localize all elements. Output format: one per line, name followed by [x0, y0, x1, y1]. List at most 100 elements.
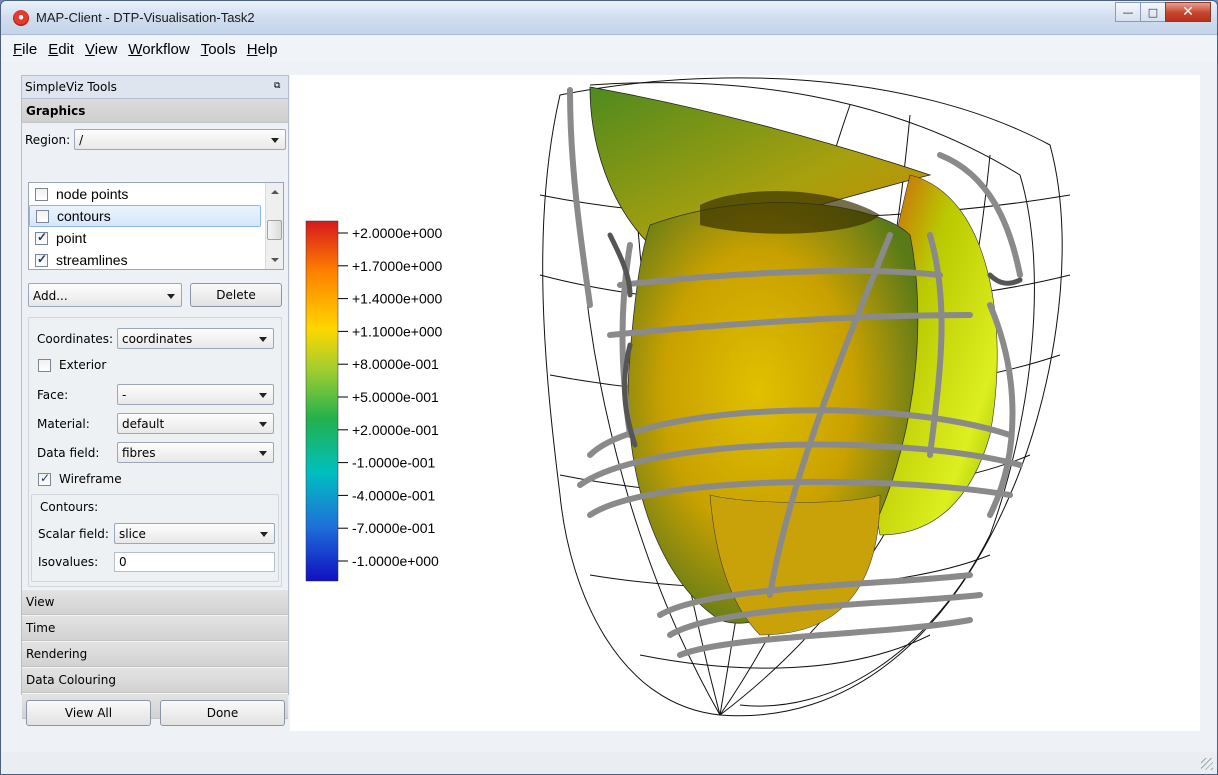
list-item[interactable]: node points	[29, 183, 261, 205]
status-bar	[1, 752, 1217, 774]
menu-tools[interactable]: Tools	[201, 41, 236, 58]
menu-help[interactable]: Help	[247, 41, 278, 58]
colorbar-ticks: +2.0000e+000 +1.7000e+000 +1.4000e+000 +1.1…	[338, 225, 443, 569]
time-section-header[interactable]: Time	[22, 615, 288, 641]
colorbar-label: +1.1000e+000	[352, 323, 443, 339]
window-title: MAP-Client - DTP-Visualisation-Task2	[36, 10, 255, 25]
face-value: -	[122, 388, 127, 402]
contours-group-title: Contours:	[40, 500, 99, 514]
checkbox-node-points[interactable]	[35, 187, 48, 201]
maximize-button[interactable]: □	[1140, 2, 1166, 22]
dock-title: SimpleViz Tools	[25, 80, 117, 94]
colorbar-label: +2.0000e-001	[352, 422, 439, 438]
checkbox-point[interactable]	[35, 230, 48, 245]
colorbar-label: +1.7000e+000	[352, 258, 443, 274]
checkbox-contours[interactable]	[36, 209, 49, 223]
isovalues-input[interactable]: 0	[114, 552, 275, 572]
coordinates-row: Coordinates: coordinates	[37, 328, 274, 349]
close-button[interactable]: ✕	[1165, 2, 1211, 22]
chevron-down-icon	[259, 337, 267, 342]
resize-grip-icon[interactable]	[1201, 758, 1213, 770]
dock-body: Graphics Region: / node points contours	[21, 99, 289, 719]
chevron-down-icon	[259, 451, 267, 456]
simpleviz-tools-dock: SimpleViz Tools ⧉ Graphics Region: / nod…	[21, 75, 289, 735]
graphics-list[interactable]: node points contours point streamlines	[28, 182, 284, 270]
exterior-checkbox[interactable]	[38, 358, 51, 372]
region-row: Region: /	[25, 129, 287, 150]
list-item[interactable]: streamlines	[29, 249, 261, 269]
list-item[interactable]: contours	[29, 205, 261, 227]
coordinates-combo[interactable]: coordinates	[117, 328, 274, 349]
data-field-row: Data field: fibres	[37, 442, 274, 463]
material-label: Material:	[37, 416, 90, 431]
title-bar[interactable]: MAP-Client - DTP-Visualisation-Task2 — □…	[1, 1, 1217, 35]
colorbar-label: -4.0000e-001	[352, 487, 436, 503]
face-combo[interactable]: -	[117, 384, 274, 405]
exterior-label: Exterior	[59, 358, 107, 372]
add-graphics-combo[interactable]: Add...	[28, 283, 182, 307]
coordinates-label: Coordinates:	[37, 331, 114, 346]
chevron-down-icon	[259, 422, 267, 427]
data-field-label: Data field:	[37, 445, 100, 460]
delete-button[interactable]: Delete	[190, 283, 282, 307]
chevron-down-icon	[271, 138, 280, 143]
scene-canvas[interactable]: +2.0000e+000 +1.7000e+000 +1.4000e+000 +1.1…	[290, 75, 1200, 731]
list-scrollbar[interactable]	[265, 183, 283, 269]
region-label: Region:	[25, 132, 71, 147]
dock-title-bar[interactable]: SimpleViz Tools ⧉	[21, 75, 289, 99]
view-all-button[interactable]: View All	[26, 700, 151, 726]
wireframe-row: Wireframe	[38, 471, 122, 486]
face-row: Face: -	[37, 384, 274, 405]
chevron-down-icon	[167, 294, 175, 299]
coordinates-value: coordinates	[122, 332, 193, 346]
data-field-value: fibres	[122, 446, 156, 460]
scroll-thumb[interactable]	[267, 220, 282, 240]
list-item-label: streamlines	[56, 252, 128, 268]
region-combo[interactable]: /	[74, 129, 287, 150]
scroll-down-icon[interactable]	[271, 258, 279, 262]
list-item-label: node points	[56, 186, 129, 202]
minimize-button[interactable]: —	[1115, 2, 1141, 22]
rendering-section-header[interactable]: Rendering	[22, 641, 288, 667]
menu-view[interactable]: View	[85, 41, 117, 58]
colorbar-label: -7.0000e-001	[352, 520, 436, 536]
window-controls: — □ ✕	[1115, 2, 1211, 22]
done-button[interactable]: Done	[160, 700, 285, 726]
list-item[interactable]: point	[29, 227, 261, 249]
wireframe-label: Wireframe	[59, 472, 122, 486]
colorbar-label: -1.0000e-001	[352, 455, 436, 471]
face-label: Face:	[37, 387, 69, 402]
colorbar-label: -1.0000e+000	[352, 553, 439, 569]
material-combo[interactable]: default	[117, 413, 274, 434]
menu-workflow[interactable]: Workflow	[128, 41, 189, 58]
menu-edit[interactable]: Edit	[48, 41, 74, 58]
main-window: MAP-Client - DTP-Visualisation-Task2 — □…	[0, 0, 1218, 775]
menu-bar: File Edit View Workflow Tools Help	[1, 36, 1217, 62]
checkbox-streamlines[interactable]	[35, 252, 48, 267]
data-field-combo[interactable]: fibres	[117, 442, 274, 463]
colorbar-gradient	[305, 220, 339, 582]
material-row: Material: default	[37, 413, 274, 434]
menu-file[interactable]: File	[13, 41, 37, 58]
chevron-down-icon	[260, 532, 268, 537]
colorbar-label: +8.0000e-001	[352, 356, 439, 372]
graphics-properties-group: Coordinates: coordinates Exterior Face: …	[28, 317, 282, 587]
scroll-up-icon[interactable]	[271, 190, 279, 194]
wireframe-checkbox[interactable]	[38, 471, 51, 486]
app-logo-icon	[13, 10, 29, 26]
graphics-section-header[interactable]: Graphics	[22, 99, 288, 123]
material-value: default	[122, 417, 165, 431]
data-colouring-section-header[interactable]: Data Colouring	[22, 667, 288, 693]
scalar-field-combo[interactable]: slice	[114, 523, 275, 544]
colorbar-label: +5.0000e-001	[352, 389, 439, 405]
exterior-row: Exterior	[38, 358, 106, 372]
contours-group: Contours: Scalar field: slice Isovalues:…	[31, 494, 279, 582]
colorbar-label: +1.4000e+000	[352, 291, 443, 307]
chevron-down-icon	[259, 393, 267, 398]
float-dock-icon[interactable]: ⧉	[274, 81, 284, 91]
view-section-header[interactable]: View	[22, 589, 288, 615]
add-label: Add...	[33, 289, 68, 303]
list-item-label: point	[56, 230, 87, 246]
isovalues-label: Isovalues:	[38, 555, 99, 569]
3d-viewport[interactable]: +2.0000e+000 +1.7000e+000 +1.4000e+000 +1.1…	[290, 75, 1200, 731]
